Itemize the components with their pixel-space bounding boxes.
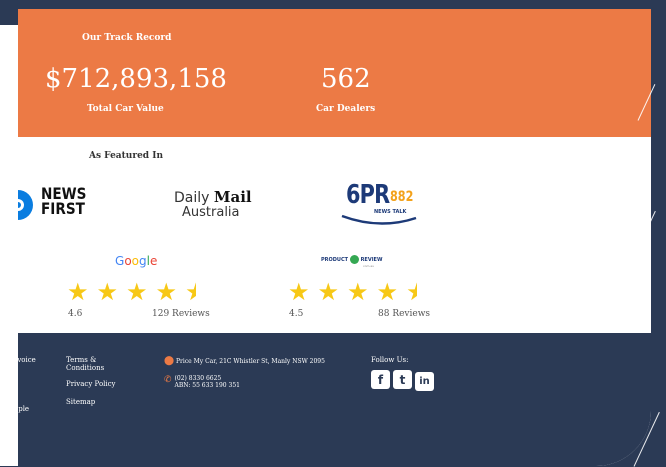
star-icon: ★ (67, 278, 97, 306)
page-content: Our Track Record $712,893,158 Total Car … (18, 0, 651, 466)
footer-phone[interactable]: (02) 8330 6625 (175, 375, 240, 382)
productreview-review-count: 88 Reviews (378, 309, 431, 319)
footer-link-partial-1[interactable]: rvoice (18, 356, 36, 364)
6pr-text: 6PR (346, 180, 390, 210)
footer-links: Terms & Conditions Privacy Policy Sitema… (66, 356, 116, 412)
productreview-right: REVIEW (360, 257, 383, 263)
top-bar (18, 0, 651, 9)
footer: rvoice y ople Terms & Conditions Privacy… (18, 333, 651, 466)
google-logo[interactable]: Google (115, 254, 157, 268)
footer-link-terms-2[interactable]: Conditions (66, 364, 116, 372)
productreview-rating: 4.5 (289, 309, 304, 319)
google-rating: 4.6 (68, 309, 83, 319)
total-car-value: $712,893,158 (45, 64, 227, 94)
linkedin-icon[interactable]: in (415, 371, 434, 391)
star-icon: ★ (155, 278, 186, 306)
left-navy-corner (0, 0, 18, 25)
dailymail-logo[interactable]: Daily Mail Australia (174, 190, 254, 224)
dailymail-mail: Mail (213, 188, 252, 206)
productreview-left: PRODUCT (321, 257, 349, 263)
dailymail-australia: Australia (182, 205, 240, 220)
track-record-title: Our Track Record (82, 33, 172, 43)
follow-us-label: Follow Us: (371, 356, 409, 364)
productreview-stars: ★★★★★ (288, 278, 417, 306)
location-pin-icon: ⬤ (164, 356, 175, 366)
star-icon: ★ (317, 278, 348, 306)
google-stars: ★★★★★ (67, 278, 196, 306)
google-logo-text: Google (115, 254, 158, 268)
half-star-icon: ★ (185, 278, 196, 306)
footer-abn: ABN: 55 633 190 351 (174, 382, 240, 389)
footer-partial-column: rvoice y ople (18, 356, 36, 419)
footer-link-sitemap[interactable]: Sitemap (66, 398, 116, 406)
twitter-icon[interactable]: t (393, 370, 412, 389)
footer-address: Price My Car, 21C Whistler St, Manly NSW… (176, 358, 325, 365)
productreview-icon (349, 255, 359, 264)
facebook-icon[interactable]: f (371, 370, 390, 389)
featured-title: As Featured In (89, 151, 163, 161)
google-review-count: 129 Reviews (152, 309, 210, 319)
footer-link-partial-3[interactable]: ople (18, 405, 36, 413)
productreview-sub: com.au (363, 264, 375, 268)
footer-link-partial-2[interactable]: y (18, 391, 36, 399)
total-car-value-label: Total Car Value (87, 104, 164, 114)
track-record-section: Our Track Record $712,893,158 Total Car … (18, 9, 651, 137)
6pr-swoosh-icon (341, 214, 417, 225)
car-dealers-value: 562 (321, 64, 371, 94)
footer-link-privacy[interactable]: Privacy Policy (66, 380, 116, 388)
productreview-logo[interactable]: PRODUCT REVIEW com.au (321, 255, 393, 269)
half-star-icon: ★ (406, 278, 417, 306)
star-icon: ★ (347, 278, 377, 306)
star-icon: ★ (288, 278, 318, 306)
footer-social: Follow Us: f t in (371, 356, 437, 397)
star-icon: ★ (376, 278, 407, 306)
star-icon: ★ (96, 278, 127, 306)
6pr-logo[interactable]: 6PR 882 NEWS TALK (340, 180, 420, 230)
star-icon: ★ (126, 278, 156, 306)
dailymail-daily: Daily (174, 190, 214, 206)
car-dealers-label: Car Dealers (316, 104, 376, 114)
6pr-882: 882 (390, 189, 414, 205)
phone-icon: ✆ (164, 375, 172, 385)
footer-link-terms-1[interactable]: Terms & (66, 356, 116, 364)
newsfirst-logo[interactable]: NEWS FIRST (18, 186, 92, 224)
newsfirst-icon (18, 190, 33, 220)
footer-contact: ⬤ Price My Car, 21C Whistler St, Manly N… (164, 356, 325, 401)
newsfirst-word-2: FIRST (41, 199, 85, 218)
left-panel (0, 0, 18, 466)
